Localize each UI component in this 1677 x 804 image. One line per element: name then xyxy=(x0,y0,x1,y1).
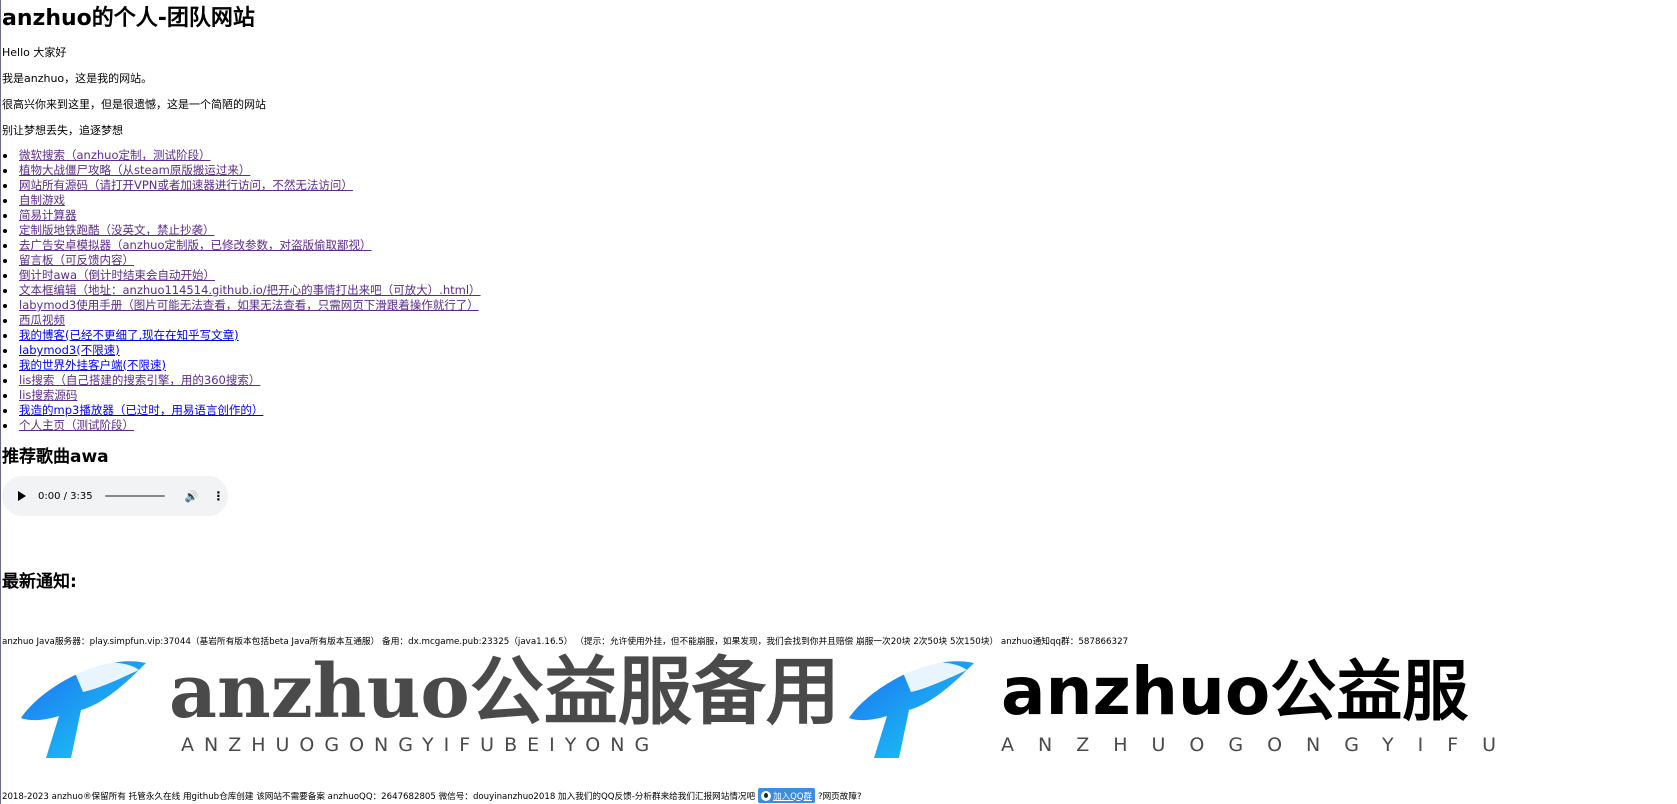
logo-subtitle: ANZHUOGONGYIFUBEIYONG xyxy=(181,734,660,756)
bullet xyxy=(3,304,7,308)
bullet xyxy=(3,289,7,293)
list-item: 植物大战僵尸攻略（从steam原版搬运过来） xyxy=(2,163,481,178)
link-blog[interactable]: 我的博客(已经不更细了,现在在知乎写文章) xyxy=(19,328,239,342)
link-list: 微软搜索（anzhuo定制，测试阶段） 植物大战僵尸攻略（从steam原版搬运过… xyxy=(2,148,481,433)
footer-trailing-text: ?网页故障? xyxy=(818,791,862,802)
list-item: 文本框编辑（地址：anzhuo114514.github.io/把开心的事情打出… xyxy=(2,283,481,298)
list-item: 西瓜视频 xyxy=(2,313,481,328)
more-vert-icon[interactable]: ⋮ xyxy=(212,489,224,503)
bullet xyxy=(3,259,7,263)
audio-player: 0:00 / 3:35 🔊 ⋮ xyxy=(2,476,228,516)
bullet xyxy=(3,319,7,323)
link-calculator[interactable]: 简易计算器 xyxy=(19,208,77,222)
list-item: 我的博客(已经不更细了,现在在知乎写文章) xyxy=(2,328,481,343)
link-android-emulator[interactable]: 去广告安卓模拟器（anzhuo定制版，已修改参数，对盗版偷取鄙视） xyxy=(19,238,371,252)
join-qq-group-button[interactable]: 加入QQ群 xyxy=(758,788,816,803)
list-item: 定制版地铁跑酷（没英文，禁止抄袭） xyxy=(2,223,481,238)
bullet xyxy=(3,394,7,398)
bullet xyxy=(3,364,7,368)
logo-anzhuo-backup: anzhuo公益服备用 ANZHUOGONGYIFUBEIYONG xyxy=(11,648,840,760)
list-item: 网站所有源码（请打开VPN或者加速器进行访问，不然无法访问） xyxy=(2,178,481,193)
link-countdown[interactable]: 倒计时awa（倒计时结束会自动开始） xyxy=(19,268,215,282)
link-xigua-video[interactable]: 西瓜视频 xyxy=(19,313,65,327)
link-lis-search[interactable]: lis搜索（自己搭建的搜索引擎，用的360搜索） xyxy=(19,373,260,387)
link-games[interactable]: 自制游戏 xyxy=(19,193,65,207)
link-homepage[interactable]: 个人主页（测试阶段） xyxy=(19,418,134,432)
list-item: lis搜索（自己搭建的搜索引擎，用的360搜索） xyxy=(2,373,481,388)
bullet xyxy=(3,349,7,353)
list-item: 个人主页（测试阶段） xyxy=(2,418,481,433)
anzhuo-logo-icon xyxy=(21,661,146,758)
notice-text: anzhuo Java服务器：play.simpfun.vip:37044（基岩… xyxy=(2,636,1129,647)
link-mp3-player[interactable]: 我造的mp3播放器（已过时，用易语言创作的） xyxy=(19,403,263,417)
bullet xyxy=(3,274,7,278)
link-message-board[interactable]: 留言板（可反馈内容） xyxy=(19,253,134,267)
anzhuo-logo-icon xyxy=(849,661,974,758)
bullet xyxy=(3,229,7,233)
audio-progress-slider[interactable] xyxy=(104,495,165,497)
list-item: 倒计时awa（倒计时结束会自动开始） xyxy=(2,268,481,283)
list-item: labymod3使用手册（图片可能无法查看，如果无法查看，只需网页下滑跟着操作就… xyxy=(2,298,481,313)
bullet xyxy=(3,244,7,248)
link-site-source[interactable]: 网站所有源码（请打开VPN或者加速器进行访问，不然无法访问） xyxy=(19,178,353,192)
qq-icon xyxy=(761,790,772,801)
list-item: lis搜索源码 xyxy=(2,388,481,403)
bullet xyxy=(3,169,7,173)
list-item: 微软搜索（anzhuo定制，测试阶段） xyxy=(2,148,481,163)
list-item: 我的世界外挂客户端(不限速) xyxy=(2,358,481,373)
logo-subtitle: ANZHUOGONGYIFU xyxy=(1001,734,1521,756)
link-labymod-manual[interactable]: labymod3使用手册（图片可能无法查看，如果无法查看，只需网页下滑跟着操作就… xyxy=(19,298,479,312)
bullet xyxy=(3,184,7,188)
link-pvz-guide[interactable]: 植物大战僵尸攻略（从steam原版搬运过来） xyxy=(19,163,250,177)
volume-icon[interactable]: 🔊 xyxy=(185,490,199,503)
bullet xyxy=(3,214,7,218)
bullet xyxy=(3,334,7,338)
list-item: 简易计算器 xyxy=(2,208,481,223)
link-mc-client[interactable]: 我的世界外挂客户端(不限速) xyxy=(19,358,166,372)
audio-time: 0:00 / 3:35 xyxy=(38,490,93,502)
list-item: 自制游戏 xyxy=(2,193,481,208)
link-lis-source[interactable]: lis搜索源码 xyxy=(19,388,77,402)
bullet xyxy=(3,409,7,413)
link-ms-search[interactable]: 微软搜索（anzhuo定制，测试阶段） xyxy=(19,148,210,162)
list-item: 留言板（可反馈内容） xyxy=(2,253,481,268)
footer-text: 2018-2023 anzhuo®保留所有 托管永久在线 用github仓库创建… xyxy=(2,791,756,802)
bullet xyxy=(3,199,7,203)
list-item: 我造的mp3播放器（已过时，用易语言创作的） xyxy=(2,403,481,418)
logo-title: anzhuo公益服 xyxy=(1001,653,1469,730)
page-title: anzhuo的个人-团队网站 xyxy=(2,6,255,31)
link-labymod3[interactable]: labymod3(不限速) xyxy=(19,343,120,357)
footer: 2018-2023 anzhuo®保留所有 托管永久在线 用github仓库创建… xyxy=(2,788,862,803)
logo-anzhuo: anzhuo公益服 ANZHUOGONGYIFU xyxy=(839,648,1669,760)
intro-line: 很高兴你来到这里，但是很遗憾，这是一个简陋的网站 xyxy=(2,98,266,111)
intro-line: 别让梦想丢失，追逐梦想 xyxy=(2,124,123,137)
bullet xyxy=(3,424,7,428)
play-icon[interactable] xyxy=(18,491,26,501)
bullet xyxy=(3,154,7,158)
list-item: labymod3(不限速) xyxy=(2,343,481,358)
list-item: 去广告安卓模拟器（anzhuo定制版，已修改参数，对盗版偷取鄙视） xyxy=(2,238,481,253)
link-subway-surfers[interactable]: 定制版地铁跑酷（没英文，禁止抄袭） xyxy=(19,223,215,237)
join-qq-group-label: 加入QQ群 xyxy=(773,791,813,802)
intro-line: 我是anzhuo，这是我的网站。 xyxy=(2,72,153,85)
notice-heading: 最新通知: xyxy=(2,572,77,592)
bullet xyxy=(3,379,7,383)
songs-heading: 推荐歌曲awa xyxy=(2,447,109,467)
link-text-editor[interactable]: 文本框编辑（地址：anzhuo114514.github.io/把开心的事情打出… xyxy=(19,283,481,297)
logo-title: anzhuo公益服备用 xyxy=(169,649,840,735)
intro-line: Hello 大家好 xyxy=(2,46,67,59)
